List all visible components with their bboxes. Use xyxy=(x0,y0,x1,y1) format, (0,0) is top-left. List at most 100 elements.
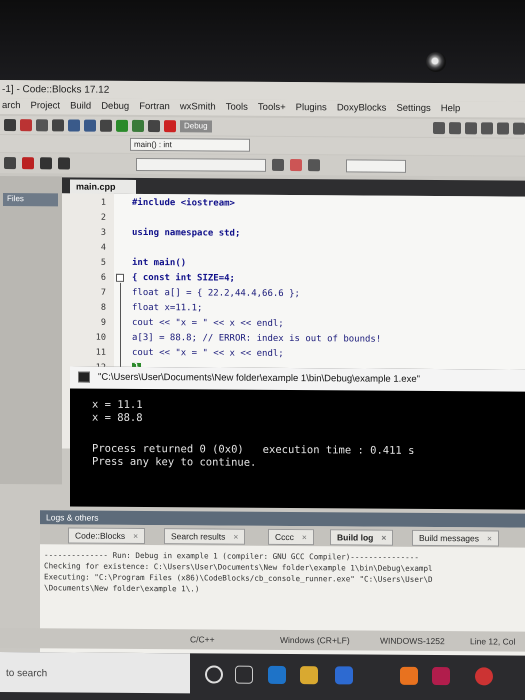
console-line: x = 11.1 xyxy=(92,398,143,411)
run-icon[interactable] xyxy=(116,119,128,132)
line-number: 1 xyxy=(100,197,106,208)
stop-icon[interactable] xyxy=(513,122,525,135)
rebuild-icon[interactable] xyxy=(148,120,160,133)
tab-search-results[interactable]: Search results × xyxy=(164,528,246,545)
scope-select[interactable] xyxy=(136,157,266,172)
back-icon[interactable] xyxy=(40,157,52,170)
status-language: C/C++ xyxy=(190,634,215,645)
line-number: 2 xyxy=(100,212,106,223)
find-icon[interactable] xyxy=(68,119,80,132)
store-icon[interactable] xyxy=(335,666,353,685)
secondary-toolbar xyxy=(0,153,525,177)
menu-plugins[interactable]: Plugins xyxy=(296,102,327,116)
files-tab[interactable]: Files xyxy=(3,193,58,207)
abort-icon[interactable] xyxy=(164,120,176,133)
office-icon[interactable] xyxy=(400,666,418,685)
menu-debug[interactable]: Debug xyxy=(101,101,129,115)
code-line: a[3] = 88.8; // ERROR: index is out of b… xyxy=(132,332,382,345)
replace-icon[interactable] xyxy=(84,119,96,132)
console-line: Process returned 0 (0x0) execution time … xyxy=(92,442,415,457)
screen: -1] - Code::Blocks 17.12 arch Project Bu… xyxy=(0,80,525,700)
tab-label: main.cpp xyxy=(76,181,116,192)
grid-icon[interactable] xyxy=(4,157,16,170)
status-position: Line 12, Col xyxy=(470,636,516,647)
console-line: Press any key to continue. xyxy=(92,455,257,469)
menu-settings[interactable]: Settings xyxy=(396,103,430,117)
jump-icon[interactable] xyxy=(272,158,284,171)
windows-taskbar: to search xyxy=(0,652,525,700)
step-out-icon[interactable] xyxy=(481,122,493,135)
menu-help[interactable]: Help xyxy=(441,103,461,117)
line-number: 5 xyxy=(100,257,106,268)
gear-icon[interactable] xyxy=(100,119,112,132)
tab-codeblocks[interactable]: Code::Blocks × xyxy=(68,527,146,545)
code-line: { const int SIZE=4; xyxy=(132,272,235,284)
line-number: 11 xyxy=(95,347,106,358)
pause-icon[interactable] xyxy=(497,122,509,135)
management-pane: Files xyxy=(0,176,62,485)
paste-icon[interactable] xyxy=(52,119,64,132)
code-line: float x=11.1; xyxy=(132,302,203,314)
tab-build-messages[interactable]: Build messages × xyxy=(412,529,499,547)
line-number: 6 xyxy=(100,272,106,283)
fold-line xyxy=(120,282,121,373)
function-dropdown[interactable]: main() : int xyxy=(130,137,250,152)
fold-toggle-icon[interactable] xyxy=(116,273,124,282)
menu-project[interactable]: Project xyxy=(30,100,60,114)
tab-cccc[interactable]: Cccc × xyxy=(268,528,314,546)
menu-doxyblocks[interactable]: DoxyBlocks xyxy=(337,102,387,116)
line-number: 4 xyxy=(100,242,106,253)
cut-icon[interactable] xyxy=(20,119,32,132)
code-line: cout << "x = " << x << endl; xyxy=(132,347,284,359)
menu-search[interactable]: arch xyxy=(2,100,20,114)
menu-wxsmith[interactable]: wxSmith xyxy=(180,101,216,115)
match-icon[interactable] xyxy=(308,159,320,172)
log-line: -------------- Run: Debug in example 1 (… xyxy=(44,550,419,562)
menu-fortran[interactable]: Fortran xyxy=(139,101,170,115)
line-number: 3 xyxy=(100,227,106,238)
log-line: Checking for existence: C:\Users\User\Do… xyxy=(44,561,433,574)
search-select[interactable] xyxy=(346,158,406,173)
undo-icon[interactable] xyxy=(4,119,16,132)
console-title: "C:\Users\User\Documents\New folder\exam… xyxy=(70,366,525,392)
bookmark-icon[interactable] xyxy=(22,157,34,170)
console-window[interactable]: "C:\Users\User\Documents\New folder\exam… xyxy=(70,366,525,510)
menu-bar: arch Project Build Debug Fortran wxSmith… xyxy=(0,98,525,118)
status-bar: C/C++ Windows (CR+LF) WINDOWS-1252 Line … xyxy=(0,628,525,652)
code-line: #include <iostream> xyxy=(132,197,235,209)
tab-build-log[interactable]: Build log × xyxy=(330,529,394,546)
line-number: 8 xyxy=(100,302,106,313)
code-line: float a[] = { 22.2,44.4,66.6 }; xyxy=(132,287,300,300)
build-target-select[interactable]: Debug xyxy=(180,120,212,133)
log-line: Executing: "C:\Program Files (x86)\CodeB… xyxy=(44,572,433,585)
file-explorer-icon[interactable] xyxy=(300,666,318,685)
status-encoding: WINDOWS-1252 xyxy=(380,635,445,647)
debug-run-icon[interactable] xyxy=(433,122,445,135)
line-number: 10 xyxy=(95,332,106,343)
webcam-icon xyxy=(426,52,446,72)
forward-icon[interactable] xyxy=(58,157,70,170)
code-line: int main() xyxy=(132,257,187,269)
line-number: 9 xyxy=(100,317,106,328)
mail-icon[interactable] xyxy=(432,667,450,686)
tab-main-cpp[interactable]: main.cpp × xyxy=(70,179,136,202)
line-number: 7 xyxy=(100,287,106,298)
menu-tools-plus[interactable]: Tools+ xyxy=(258,102,286,116)
step-icon[interactable] xyxy=(449,122,461,135)
step-into-icon[interactable] xyxy=(465,122,477,135)
highlight-icon[interactable] xyxy=(290,159,302,172)
chrome-icon[interactable] xyxy=(475,667,493,686)
menu-tools[interactable]: Tools xyxy=(226,102,248,116)
console-icon xyxy=(78,371,90,383)
edge-icon[interactable] xyxy=(268,665,286,684)
menu-build[interactable]: Build xyxy=(70,100,91,114)
code-line: cout << "x = " << x << endl; xyxy=(132,317,284,329)
code-line: using namespace std; xyxy=(132,227,241,239)
copy-icon[interactable] xyxy=(36,119,48,132)
status-eol: Windows (CR+LF) xyxy=(280,634,350,646)
log-line: \Documents\New folder\example 1\.) xyxy=(44,583,200,594)
task-view-icon[interactable] xyxy=(235,665,253,684)
build-run-icon[interactable] xyxy=(132,119,144,133)
taskbar-search-input[interactable]: to search xyxy=(0,652,190,694)
cortana-icon[interactable] xyxy=(205,665,223,684)
